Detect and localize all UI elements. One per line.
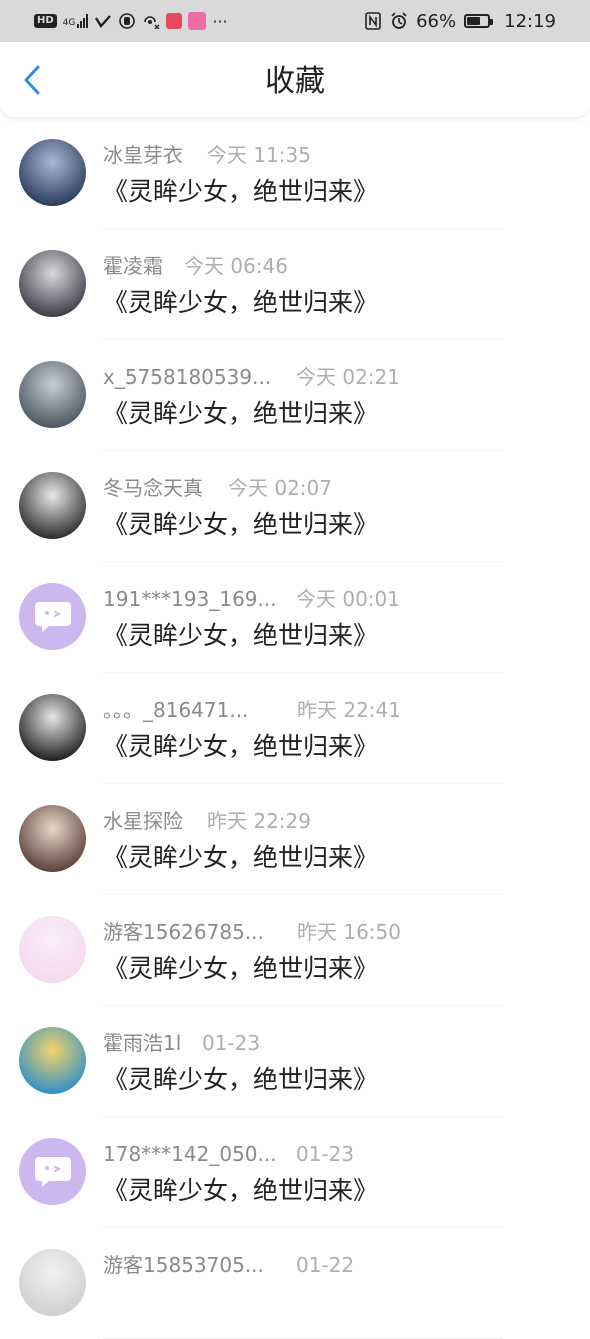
- avatar[interactable]: [19, 361, 86, 428]
- favorite-item[interactable]: 霍凌霜 今天 06:46 《灵眸少女，绝世归来》: [0, 229, 590, 340]
- favorite-item[interactable]: 冬马念天真 今天 02:07 《灵眸少女，绝世归来》: [0, 451, 590, 562]
- nfc-icon: [364, 12, 382, 30]
- timestamp: 今天 02:07: [228, 476, 332, 500]
- chat-bubble-icon: [34, 1156, 71, 1187]
- avatar[interactable]: [19, 250, 86, 317]
- battery-fill: [467, 17, 481, 25]
- username[interactable]: 游客15626785...: [103, 918, 264, 946]
- avatar[interactable]: [19, 694, 86, 761]
- avatar[interactable]: [19, 916, 86, 983]
- timestamp: 今天 00:01: [296, 587, 400, 611]
- username[interactable]: x_5758180539...: [103, 363, 271, 391]
- username[interactable]: 霍凌霜: [103, 252, 163, 280]
- hd-icon: HD: [34, 14, 57, 28]
- more-notifications-icon: ···: [212, 11, 228, 31]
- timestamp: 今天 06:46: [184, 254, 288, 278]
- timestamp: 01-22: [296, 1253, 355, 1277]
- book-title[interactable]: 《灵眸少女，绝世归来》: [103, 508, 378, 542]
- timestamp: 今天 11:35: [207, 143, 311, 167]
- timestamp: 01-23: [202, 1031, 261, 1055]
- timestamp: 今天 02:21: [296, 365, 400, 389]
- username[interactable]: 178***142_050...: [103, 1140, 277, 1168]
- app-notification-icon: [166, 13, 183, 29]
- book-title[interactable]: 《灵眸少女，绝世归来》: [103, 1063, 378, 1097]
- username[interactable]: 水星探险: [103, 807, 183, 835]
- favorite-item[interactable]: 游客15853705... 01-22: [0, 1228, 590, 1339]
- book-title[interactable]: 《灵眸少女，绝世归来》: [103, 286, 378, 320]
- book-title[interactable]: 《灵眸少女，绝世归来》: [103, 841, 378, 875]
- battery-icon: [464, 14, 494, 28]
- book-title[interactable]: 《灵眸少女，绝世归来》: [103, 1174, 378, 1208]
- timestamp: 昨天 22:29: [207, 809, 311, 833]
- favorite-item[interactable]: 178***142_050... 01-23 《灵眸少女，绝世归来》: [0, 1117, 590, 1228]
- network-type-label: 4G: [62, 18, 76, 28]
- status-right-icons: 66% 12:19: [364, 10, 556, 32]
- timestamp: 昨天 16:50: [297, 920, 401, 944]
- book-title[interactable]: 《灵眸少女，绝世归来》: [103, 619, 378, 653]
- page-header: 收藏: [0, 42, 590, 118]
- favorite-item[interactable]: x_5758180539... 今天 02:21 《灵眸少女，绝世归来》: [0, 340, 590, 451]
- page-title: 收藏: [265, 64, 325, 99]
- timestamp: 昨天 22:41: [297, 698, 401, 722]
- app-notification-icon: [188, 12, 207, 30]
- favorites-list: 冰皇芽衣 今天 11:35 《灵眸少女，绝世归来》 霍凌霜 今天 06:46 《灵眸少女，…: [0, 118, 590, 1339]
- favorite-item[interactable]: 霍雨浩1l 01-23 《灵眸少女，绝世归来》: [0, 1006, 590, 1117]
- avatar[interactable]: [19, 1027, 86, 1094]
- username[interactable]: 游客15853705...: [103, 1251, 264, 1279]
- battery-percent: 66%: [416, 10, 457, 32]
- status-left-icons: HD 4G ···: [34, 10, 228, 32]
- clock: 12:19: [504, 10, 556, 32]
- avatar[interactable]: [19, 583, 86, 650]
- username[interactable]: 191***193_169...: [103, 585, 277, 613]
- chat-bubble-icon: [34, 601, 71, 632]
- avatar[interactable]: [19, 139, 86, 206]
- avatar[interactable]: [19, 805, 86, 872]
- username[interactable]: 。。。_816471...: [103, 696, 248, 724]
- favorite-item[interactable]: 游客15626785... 昨天 16:50 《灵眸少女，绝世归来》: [0, 895, 590, 1006]
- book-title[interactable]: 《灵眸少女，绝世归来》: [103, 952, 378, 986]
- book-title[interactable]: 《灵眸少女，绝世归来》: [103, 730, 378, 764]
- alarm-icon: [390, 12, 408, 30]
- username[interactable]: 冰皇芽衣: [103, 141, 183, 169]
- favorite-item[interactable]: 冰皇芽衣 今天 11:35 《灵眸少女，绝世归来》: [0, 118, 590, 229]
- username[interactable]: 霍雨浩1l: [103, 1029, 181, 1057]
- book-title[interactable]: 《灵眸少女，绝世归来》: [103, 175, 378, 209]
- hand-icon: [118, 12, 136, 30]
- status-bar: HD 4G ··· 66% 12:19: [0, 0, 590, 42]
- avatar[interactable]: [19, 1138, 86, 1205]
- signal-icon: 4G: [63, 14, 89, 28]
- username[interactable]: 冬马念天真: [103, 474, 203, 502]
- avatar[interactable]: [19, 472, 86, 539]
- avatar[interactable]: [19, 1249, 86, 1316]
- favorite-item[interactable]: 。。。_816471... 昨天 22:41 《灵眸少女，绝世归来》: [0, 673, 590, 784]
- favorite-item[interactable]: 水星探险 昨天 22:29 《灵眸少女，绝世归来》: [0, 784, 590, 895]
- favorite-item[interactable]: 191***193_169... 今天 00:01 《灵眸少女，绝世归来》: [0, 562, 590, 673]
- wifi-calling-icon: [94, 12, 112, 30]
- hotspot-icon: [142, 12, 160, 30]
- book-title[interactable]: 《灵眸少女，绝世归来》: [103, 397, 378, 431]
- timestamp: 01-23: [296, 1142, 355, 1166]
